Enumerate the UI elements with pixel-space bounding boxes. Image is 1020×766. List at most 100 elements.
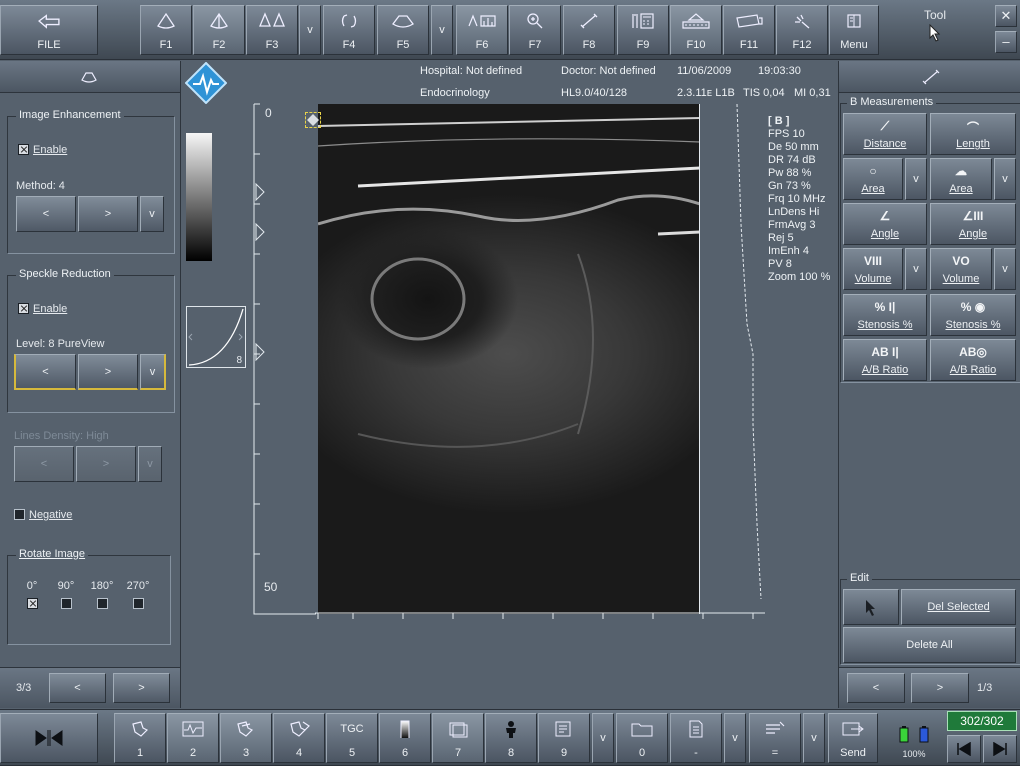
area-ellipse-more-button[interactable]: v <box>905 158 927 200</box>
param-power: Pw 88 % <box>768 167 812 179</box>
density-prev-button[interactable]: < <box>14 446 74 482</box>
zoom-icon <box>527 13 543 29</box>
right-page-next-button[interactable]: > <box>911 673 969 703</box>
f8-button[interactable]: F8 <box>563 5 615 55</box>
stenosis-diameter-button[interactable]: % I| Stenosis % <box>843 294 927 336</box>
density-next-button[interactable]: > <box>76 446 136 482</box>
ab-ratio-circle-button[interactable]: AB◎ A/B Ratio <box>930 339 1016 381</box>
stenosis-area-button[interactable]: % ◉ Stenosis % <box>930 294 1016 336</box>
preset-2-button[interactable]: 2 <box>167 713 219 763</box>
minimize-window-button[interactable]: – <box>995 31 1017 53</box>
enhancement-enable-label: Enable <box>33 144 68 156</box>
f4-button[interactable]: F4 <box>323 5 375 55</box>
stenosis-diameter-label: Stenosis % <box>857 319 913 331</box>
method-prev-button[interactable]: < <box>16 196 76 232</box>
angle-lines-button[interactable]: ∠III Angle <box>930 203 1016 245</box>
rotate-180-option[interactable]: 180° <box>88 580 116 610</box>
document-more-button[interactable]: v <box>724 713 746 763</box>
speckle-enable-checkbox[interactable]: Enable <box>18 303 67 315</box>
area-trace-button[interactable]: ☁ Area <box>930 158 992 200</box>
ab-ratio-lines-button[interactable]: AB I| A/B Ratio <box>843 339 927 381</box>
volume-ellipse-more-button[interactable]: v <box>994 248 1016 290</box>
rotate-270-option[interactable]: 270° <box>124 580 152 610</box>
param-gain: Gn 73 % <box>768 180 811 192</box>
f1-button[interactable]: F1 <box>140 5 192 55</box>
f5-more-button[interactable]: v <box>431 5 453 55</box>
select-pointer-button[interactable] <box>843 589 899 625</box>
close-window-button[interactable]: ✕ <box>995 5 1017 27</box>
left-page-next-button[interactable]: > <box>113 673 170 703</box>
length-button[interactable]: ⌒ Length <box>930 113 1016 155</box>
preset-1-button[interactable]: 1 <box>114 713 166 763</box>
level-prev-button[interactable]: < <box>14 354 76 390</box>
angle-button[interactable]: ∠ Angle <box>843 203 927 245</box>
focus-marker[interactable] <box>305 112 321 128</box>
f10-button[interactable]: F10 <box>670 5 722 55</box>
rotate-90-option[interactable]: 90° <box>54 580 78 610</box>
patient-label: 8 <box>507 747 515 759</box>
preset-9-more-button[interactable]: v <box>592 713 614 763</box>
volume-lines-more-button[interactable]: v <box>905 248 927 290</box>
f3-button[interactable]: F3 <box>246 5 298 55</box>
method-next-button[interactable]: > <box>78 196 138 232</box>
level-more-button[interactable]: v <box>140 354 166 390</box>
folder-button[interactable]: 0 <box>616 713 668 763</box>
mi-text: MI 0,31 <box>794 87 831 99</box>
param-line-density: LnDens Hi <box>768 206 820 218</box>
last-frame-button[interactable] <box>983 735 1017 763</box>
menu-button[interactable]: Menu <box>829 5 879 55</box>
area-ellipse-button[interactable]: ○ Area <box>843 158 903 200</box>
preset-4-button[interactable]: 4 <box>273 713 325 763</box>
right-page-prev-button[interactable]: < <box>847 673 905 703</box>
freeze-button[interactable] <box>0 713 98 763</box>
delete-all-button[interactable]: Delete All <box>843 627 1016 663</box>
preset-3-button[interactable]: 3 <box>220 713 272 763</box>
volume-lines-button[interactable]: VIII Volume <box>843 248 903 290</box>
annotate-button[interactable]: = <box>749 713 801 763</box>
area-trace-more-button[interactable]: v <box>994 158 1016 200</box>
param-frame-avg: FrmAvg 3 <box>768 219 816 231</box>
left-page-prev-button[interactable]: < <box>49 673 106 703</box>
preset-7-button[interactable]: 7 <box>432 713 484 763</box>
first-frame-button[interactable] <box>947 735 981 763</box>
probe-text: HL9.0/40/128 <box>561 87 628 99</box>
annotate-icon <box>766 721 785 734</box>
f7-button[interactable]: F7 <box>509 5 561 55</box>
folder-label: 0 <box>638 747 646 759</box>
f9-button[interactable]: F9 <box>617 5 669 55</box>
ab-ratio-lines-label: A/B Ratio <box>861 364 909 376</box>
enhancement-enable-checkbox[interactable]: Enable <box>18 144 67 156</box>
document-button[interactable]: - <box>670 713 722 763</box>
left-pager: 3/3 < > <box>0 667 180 708</box>
f6-button[interactable]: F6 <box>456 5 508 55</box>
distance-button[interactable]: ⟋ Distance <box>843 113 927 155</box>
preset-6-button[interactable]: 6 <box>379 713 431 763</box>
volume-ellipse-button[interactable]: VO Volume <box>930 248 992 290</box>
preset-3-label: 3 <box>242 747 250 759</box>
level-next-button[interactable]: > <box>78 354 138 390</box>
rotate-0-option[interactable]: 0° <box>20 580 44 610</box>
f2-button[interactable]: F2 <box>193 5 245 55</box>
density-more-button[interactable]: v <box>138 446 162 482</box>
f5-button[interactable]: F5 <box>377 5 429 55</box>
tgc-button[interactable]: TGC 5 <box>326 713 378 763</box>
f11-button[interactable]: F11 <box>723 5 775 55</box>
checkbox-checked-icon <box>18 144 29 155</box>
param-zoom: Zoom 100 % <box>768 271 831 283</box>
method-more-button[interactable]: v <box>140 196 164 232</box>
param-pureview: PV 8 <box>768 258 792 270</box>
f12-button[interactable]: F12 <box>776 5 828 55</box>
f5-label: F5 <box>396 39 410 51</box>
frame-counter: 302/302 <box>947 711 1017 731</box>
delete-selected-button[interactable]: Del Selected <box>901 589 1016 625</box>
preset-9-button[interactable]: 9 <box>538 713 590 763</box>
speckle-reduction-title: Speckle Reduction <box>16 268 114 280</box>
negative-checkbox[interactable]: Negative <box>14 509 72 521</box>
caliper-icon <box>580 13 598 29</box>
send-button[interactable]: Send <box>828 713 878 763</box>
rotate-image-title: Rotate Image <box>16 548 89 560</box>
annotate-more-button[interactable]: v <box>803 713 825 763</box>
f3-more-button[interactable]: v <box>299 5 321 55</box>
patient-button[interactable]: 8 <box>485 713 537 763</box>
file-button[interactable]: FILE <box>0 5 98 55</box>
